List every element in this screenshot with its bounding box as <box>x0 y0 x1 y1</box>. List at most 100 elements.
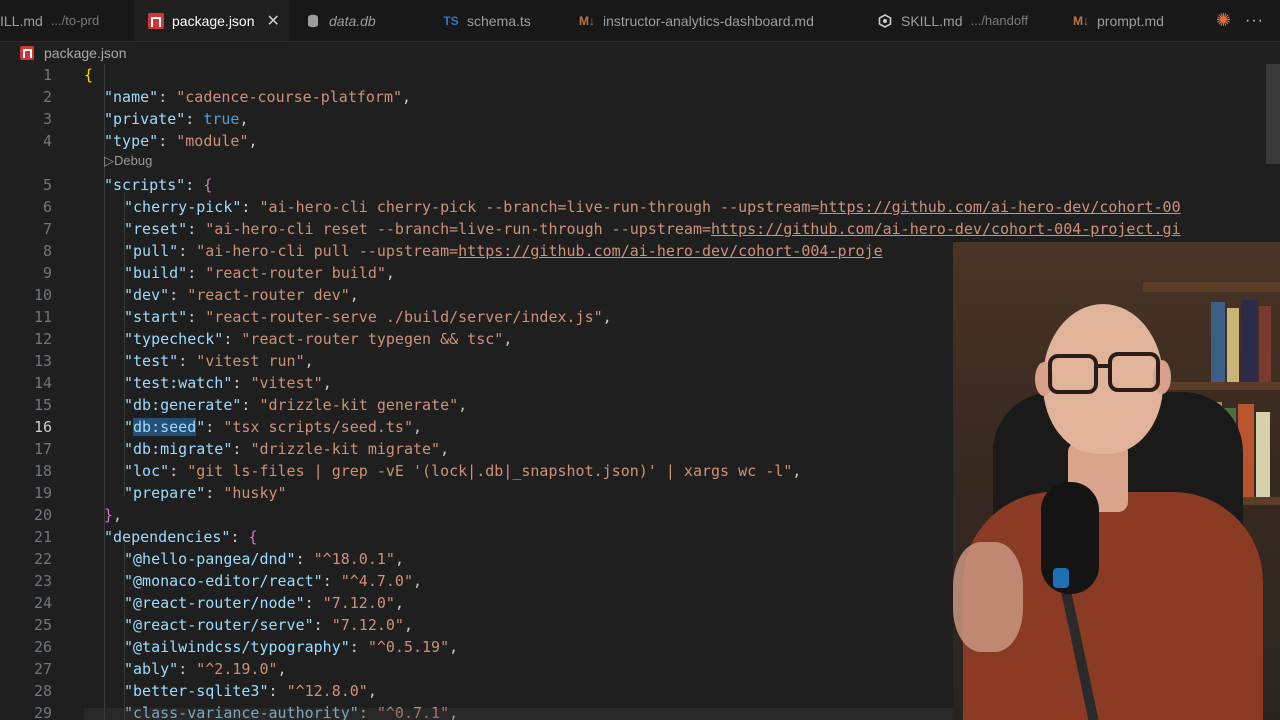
npm-icon <box>148 12 164 29</box>
line-number: 16 <box>33 418 52 436</box>
code-text: "@hello-pangea/dnd": "^18.0.1", <box>124 550 404 568</box>
bookshelf <box>1143 282 1280 292</box>
line-number: 8 <box>42 242 52 260</box>
code-text: "cherry-pick": "ai-hero-cli cherry-pick … <box>124 198 1181 216</box>
tab-label: data.db <box>329 12 376 29</box>
code-line[interactable]: 1{ <box>0 64 1266 86</box>
debug-codelens[interactable]: ▷Debug <box>104 151 152 171</box>
code-text: "@react-router/node": "7.12.0", <box>124 594 404 612</box>
code-text: "pull": "ai-hero-cli pull --upstream=htt… <box>124 242 883 260</box>
code-line[interactable]: 5 "scripts": { <box>0 174 1266 196</box>
line-number: 29 <box>33 704 52 720</box>
person-hand <box>953 542 1023 652</box>
glasses <box>1048 354 1098 394</box>
code-text: "@monaco-editor/react": "^4.7.0", <box>124 572 423 590</box>
tab-instructor-analytics[interactable]: M↓ instructor-analytics-dashboard.md <box>563 0 863 41</box>
tab-schema-ts[interactable]: TS schema.ts <box>429 0 563 41</box>
line-number: 27 <box>33 660 52 678</box>
tab-label: package.json <box>172 12 255 29</box>
glasses <box>1108 352 1160 392</box>
code-text: "reset": "ai-hero-cli reset --branch=liv… <box>124 220 1181 238</box>
tab-prompt-md[interactable]: M↓ prompt.md <box>1053 0 1193 41</box>
book <box>1241 300 1257 382</box>
database-icon <box>305 13 321 29</box>
code-line[interactable]: 2 "name": "cadence-course-platform", <box>0 86 1266 108</box>
skill-icon <box>877 13 893 29</box>
line-number: 20 <box>33 506 52 524</box>
tab-label: schema.ts <box>467 12 531 29</box>
code-text: "test": "vitest run", <box>124 352 314 370</box>
line-number: 17 <box>33 440 52 458</box>
scrollbar-thumb[interactable] <box>1266 64 1280 164</box>
line-number: 5 <box>42 176 52 194</box>
bookshelf <box>1153 382 1280 390</box>
line-number: 14 <box>33 374 52 392</box>
line-number: 2 <box>42 88 52 106</box>
code-text: "private": true, <box>104 110 249 128</box>
line-number: 4 <box>42 132 52 150</box>
tab-skill-to-prd[interactable]: ILL.md .../to-prd <box>0 0 134 41</box>
code-text: "build": "react-router build", <box>124 264 395 282</box>
book <box>1227 308 1239 382</box>
code-line[interactable]: 3 "private": true, <box>0 108 1266 130</box>
line-number: 18 <box>33 462 52 480</box>
line-number: 23 <box>33 572 52 590</box>
glasses-bridge <box>1094 364 1108 368</box>
line-number: 9 <box>42 264 52 282</box>
code-text: "db:generate": "drizzle-kit generate", <box>124 396 468 414</box>
tab-label: ILL.md <box>0 12 43 29</box>
code-text: "@react-router/serve": "7.12.0", <box>124 616 413 634</box>
breadcrumb-file[interactable]: package.json <box>44 45 127 61</box>
book <box>1256 412 1270 497</box>
tab-actions: ✺ ··· <box>1216 0 1280 41</box>
close-icon[interactable]: ✕ <box>267 11 280 31</box>
tab-path: .../to-prd <box>50 13 100 28</box>
code-line[interactable]: 4 "type": "module", <box>0 130 1266 152</box>
book <box>1259 306 1271 382</box>
tab-label: instructor-analytics-dashboard.md <box>603 12 814 29</box>
code-text: "test:watch": "vitest", <box>124 374 332 392</box>
line-number: 13 <box>33 352 52 370</box>
webcam-overlay <box>953 242 1280 720</box>
line-number: 6 <box>42 198 52 216</box>
line-number: 22 <box>33 550 52 568</box>
tab-path: .../handoff <box>970 13 1029 28</box>
code-text: }, <box>104 506 123 524</box>
tab-label: prompt.md <box>1097 12 1164 29</box>
code-text: "loc": "git ls-files | grep -vE '(lock|.… <box>124 462 802 480</box>
line-number: 1 <box>42 66 52 84</box>
code-text: "dev": "react-router dev", <box>124 286 359 304</box>
code-text: "db:migrate": "drizzle-kit migrate", <box>124 440 450 458</box>
tab-package-json[interactable]: package.json ✕ <box>134 0 289 41</box>
code-text: "ably": "^2.19.0", <box>124 660 287 678</box>
line-number: 26 <box>33 638 52 656</box>
code-text: "start": "react-router-serve ./build/ser… <box>124 308 612 326</box>
claude-icon[interactable]: ✺ <box>1216 10 1231 31</box>
more-actions-icon[interactable]: ··· <box>1245 12 1264 30</box>
code-text: "@tailwindcss/typography": "^0.5.19", <box>124 638 459 656</box>
line-number: 24 <box>33 594 52 612</box>
line-number: 7 <box>42 220 52 238</box>
breadcrumb: package.json <box>0 42 127 64</box>
line-number: 12 <box>33 330 52 348</box>
microphone-band <box>1053 568 1069 588</box>
book <box>1211 302 1225 382</box>
tab-data-db[interactable]: data.db <box>289 0 429 41</box>
tab-skill-handoff[interactable]: SKILL.md .../handoff <box>863 0 1053 41</box>
line-number: 28 <box>33 682 52 700</box>
line-number: 19 <box>33 484 52 502</box>
code-text: "dependencies": { <box>104 528 258 546</box>
line-number: 25 <box>33 616 52 634</box>
code-text: "scripts": { <box>104 176 213 194</box>
code-text: "name": "cadence-course-platform", <box>104 88 412 106</box>
markdown-icon: M↓ <box>579 13 595 28</box>
editor-tab-bar: ILL.md .../to-prd package.json ✕ data.db… <box>0 0 1280 42</box>
code-text: "type": "module", <box>104 132 258 150</box>
code-line[interactable]: 6 "cherry-pick": "ai-hero-cli cherry-pick… <box>0 196 1266 218</box>
typescript-icon: TS <box>443 13 459 28</box>
code-text: "better-sqlite3": "^12.8.0", <box>124 682 377 700</box>
line-number: 10 <box>33 286 52 304</box>
line-number: 15 <box>33 396 52 414</box>
line-number: 3 <box>42 110 52 128</box>
code-line[interactable]: 7 "reset": "ai-hero-cli reset --branch=li… <box>0 218 1266 240</box>
